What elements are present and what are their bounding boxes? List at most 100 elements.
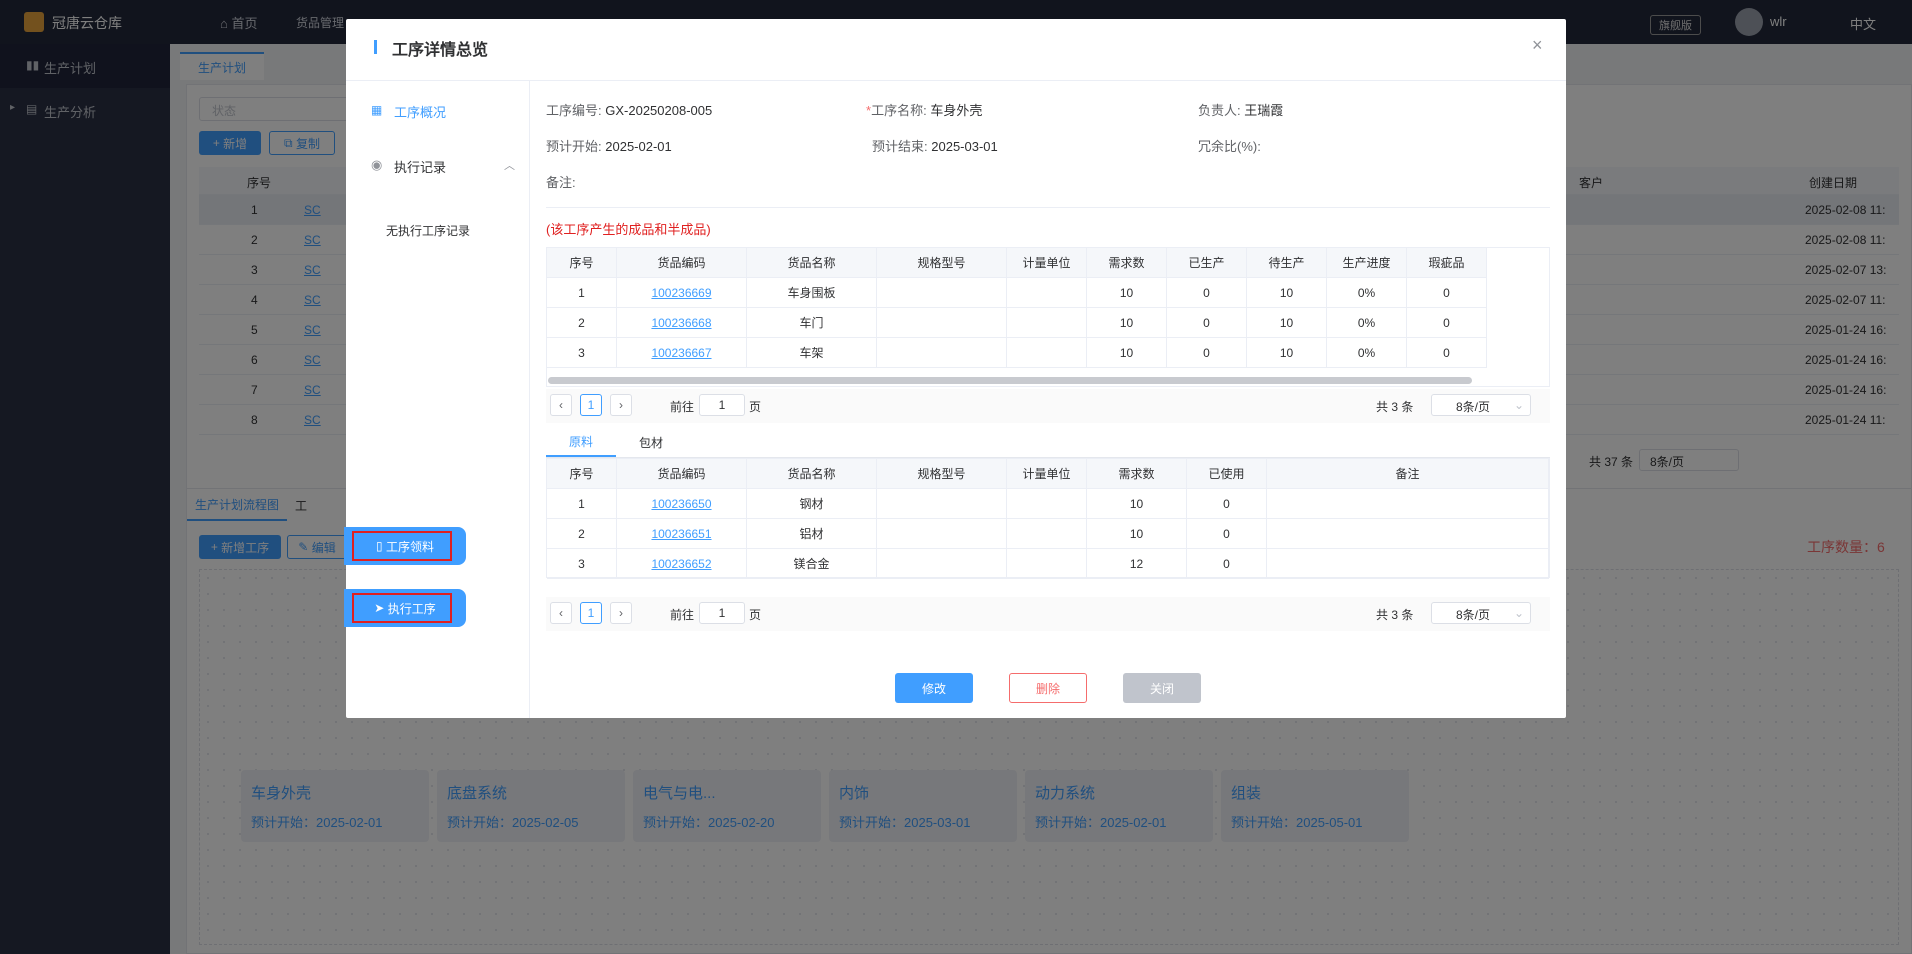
column-header: 货品编码 [617,248,747,278]
table-cell: 0 [1187,519,1267,549]
chevron-down-icon: ⌄ [1513,606,1524,620]
goto-page-input[interactable]: 1 [699,602,745,624]
products-pagination: ‹ 1 › 前往 1 页 共 3 条 8条/页 ⌄ [546,389,1550,423]
total-count: 共 3 条 [1376,400,1414,414]
grid-icon: ▦ [371,103,383,117]
column-header: 序号 [547,248,617,278]
horizontal-scrollbar[interactable] [548,377,1472,384]
table-cell [877,549,1007,579]
column-header: 已生产 [1167,248,1247,278]
column-header: 货品编码 [617,459,747,489]
page-unit: 页 [749,608,762,622]
page-size-select[interactable]: 8条/页 ⌄ [1431,602,1531,624]
title-accent [374,40,377,54]
table-cell [877,338,1007,368]
goods-code-link[interactable]: 100236651 [617,519,747,549]
table-cell: 0% [1327,308,1407,338]
nav-records[interactable]: 执行记录 [394,157,446,176]
goods-code-link[interactable]: 100236669 [617,278,747,308]
prev-page-icon[interactable]: ‹ [550,394,572,416]
products-title: (该工序产生的成品和半成品) [546,222,711,237]
table-cell [1267,519,1549,549]
goto-label: 前往 [670,608,695,622]
info-redundancy: 冗余比(%): [1198,139,1261,154]
table-cell: 1 [547,278,617,308]
table-cell: 0 [1407,278,1487,308]
products-table: 序号 货品编码 货品名称 规格型号 计量单位 需求数 已生产 待生产 生产进度 瑕疵品 1 10023… [546,247,1550,387]
tab-packaging[interactable]: 包材 [616,427,686,457]
total-count: 共 3 条 [1376,608,1414,622]
table-cell: 0 [1167,308,1247,338]
table-cell: 0 [1407,338,1487,368]
column-header: 货品名称 [747,248,877,278]
info-start: 预计开始: 2025-02-01 [546,139,672,154]
materials-table: 序号 货品编码 货品名称 规格型号 计量单位 需求数 已使用 备注 1 100236650 钢材 10… [546,458,1550,579]
table-cell: 3 [547,338,617,368]
table-cell [877,489,1007,519]
process-detail-dialog: 工序详情总览 × ▦ 工序概况 ◉ 执行记录 ︿ 无执行工序记录 ▯ 工序领料 … [344,19,1566,718]
table-cell [1007,489,1087,519]
table-cell: 12 [1087,549,1187,579]
goods-code[interactable]: 100236651 [651,527,711,541]
tab-raw-materials[interactable]: 原料 [546,427,616,457]
table-cell: 铝材 [747,519,877,549]
goods-code-link[interactable]: 100236667 [617,338,747,368]
goods-code[interactable]: 100236669 [651,286,711,300]
next-page-icon[interactable]: › [610,602,632,624]
goods-code-link[interactable]: 100236650 [617,489,747,519]
close-button[interactable]: 关闭 [1123,673,1201,703]
goods-code-link[interactable]: 100236668 [617,308,747,338]
info-owner: 负责人: 王瑞霞 [1198,103,1284,118]
column-header: 计量单位 [1007,459,1087,489]
goods-code[interactable]: 100236667 [651,346,711,360]
table-cell: 10 [1087,489,1187,519]
table-cell: 0 [1167,338,1247,368]
goto-label: 前往 [670,400,695,414]
table-cell: 10 [1087,308,1167,338]
page-number[interactable]: 1 [580,394,602,416]
info-end: 预计结束: 2025-03-01 [872,139,998,154]
material-request-button[interactable]: ▯ 工序领料 [344,527,466,565]
goto-page-input[interactable]: 1 [699,394,745,416]
table-cell: 10 [1247,338,1327,368]
table-cell: 0 [1187,489,1267,519]
column-header: 已使用 [1187,459,1267,489]
table-cell: 车身围板 [747,278,877,308]
close-icon[interactable]: × [1532,35,1543,56]
table-cell: 车门 [747,308,877,338]
table-cell: 10 [1247,278,1327,308]
goods-code[interactable]: 100236652 [651,557,711,571]
highlight-box [352,531,452,561]
info-remark: 备注: [546,175,576,190]
table-cell: 车架 [747,338,877,368]
chevron-down-icon: ⌄ [1513,398,1524,412]
table-cell [1267,549,1549,579]
goods-code[interactable]: 100236650 [651,497,711,511]
table-cell: 0 [1187,549,1267,579]
chevron-up-icon[interactable]: ︿ [504,157,515,173]
prev-page-icon[interactable]: ‹ [550,602,572,624]
modify-button[interactable]: 修改 [895,673,973,703]
nav-overview[interactable]: 工序概况 [394,102,446,121]
page-size-select[interactable]: 8条/页 ⌄ [1431,394,1531,416]
table-cell [1007,308,1087,338]
column-header: 序号 [547,459,617,489]
execute-process-button[interactable]: ➤ 执行工序 [344,589,466,627]
delete-button[interactable]: 删除 [1009,673,1087,703]
goods-code-link[interactable]: 100236652 [617,549,747,579]
page-number[interactable]: 1 [580,602,602,624]
table-cell [877,308,1007,338]
info-code: 工序编号: GX-20250208-005 [546,103,713,118]
next-page-icon[interactable]: › [610,394,632,416]
column-header: 规格型号 [877,248,1007,278]
column-header: 需求数 [1087,459,1187,489]
table-cell [1007,519,1087,549]
goods-code[interactable]: 100236668 [651,316,711,330]
column-header: 计量单位 [1007,248,1087,278]
table-cell: 2 [547,519,617,549]
table-cell: 0 [1407,308,1487,338]
app-root: 冠唐云仓库 ⌂ 首页 货品管理 旗舰版 wlr 中文 ▮▮ 生产计划 ▸ ▤ 生… [0,0,1912,954]
table-cell: 10 [1087,278,1167,308]
table-cell: 1 [547,489,617,519]
table-cell [1007,338,1087,368]
